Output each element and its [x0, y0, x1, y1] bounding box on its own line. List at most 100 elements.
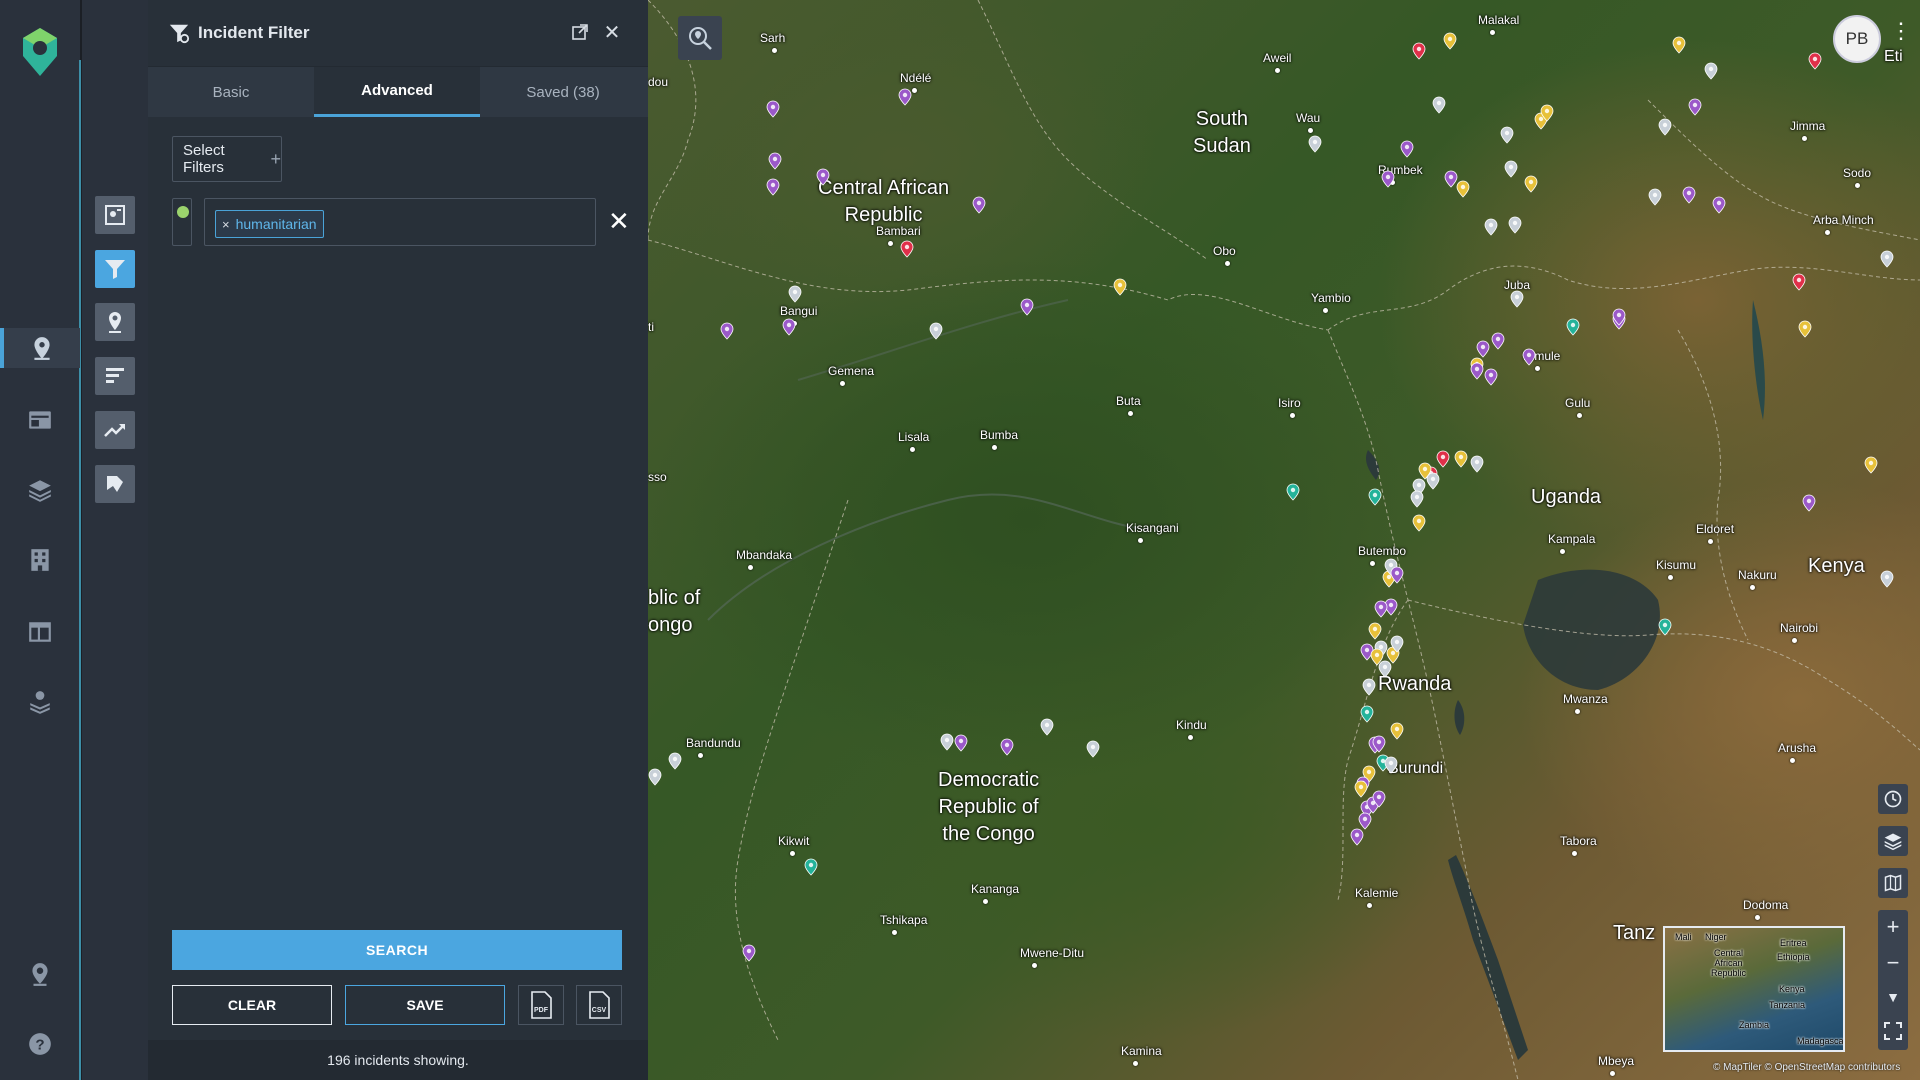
- incident-marker-white[interactable]: [1508, 216, 1522, 234]
- incident-marker-yellow[interactable]: [1672, 36, 1686, 54]
- incident-marker-purple[interactable]: [1802, 494, 1816, 512]
- incident-marker-purple[interactable]: [1381, 170, 1395, 188]
- tab-basic[interactable]: Basic: [148, 67, 314, 117]
- more-menu-icon[interactable]: ⋮: [1890, 20, 1912, 42]
- incident-marker-purple[interactable]: [1000, 738, 1014, 756]
- incident-marker-purple[interactable]: [766, 100, 780, 118]
- incident-marker-white[interactable]: [668, 752, 682, 770]
- incident-marker-purple[interactable]: [1522, 348, 1536, 366]
- export-pdf-button[interactable]: PDF: [518, 985, 564, 1025]
- incident-marker-teal[interactable]: [1368, 488, 1382, 506]
- incident-marker-yellow[interactable]: [1524, 175, 1538, 193]
- incident-marker-purple[interactable]: [768, 152, 782, 170]
- layers-icon[interactable]: [20, 470, 60, 510]
- incident-marker-white[interactable]: [1500, 126, 1514, 144]
- fullscreen-icon[interactable]: [1878, 1014, 1908, 1048]
- layers-control-icon[interactable]: [1878, 826, 1908, 856]
- incident-marker-red[interactable]: [1808, 52, 1822, 70]
- overview-minimap[interactable]: Mali Niger Eritrea Ethiopia Central Afri…: [1663, 926, 1845, 1052]
- incident-marker-white[interactable]: [788, 285, 802, 303]
- incident-marker-purple[interactable]: [1390, 566, 1404, 584]
- map-report-icon[interactable]: [95, 196, 135, 234]
- tab-advanced[interactable]: Advanced: [314, 67, 480, 117]
- save-button[interactable]: SAVE: [345, 985, 505, 1025]
- incident-marker-white[interactable]: [1390, 635, 1404, 653]
- remove-filter-icon[interactable]: ✕: [608, 208, 630, 234]
- bar-chart-icon[interactable]: [95, 357, 135, 395]
- incident-marker-purple[interactable]: [972, 196, 986, 214]
- help-icon[interactable]: ?: [20, 1024, 60, 1064]
- incident-marker-purple[interactable]: [898, 88, 912, 106]
- incident-marker-white[interactable]: [648, 768, 662, 786]
- incident-marker-purple[interactable]: [1470, 362, 1484, 380]
- incident-marker-white[interactable]: [1384, 756, 1398, 774]
- incident-marker-white[interactable]: [1432, 96, 1446, 114]
- export-csv-button[interactable]: CSV: [576, 985, 622, 1025]
- basemap-icon[interactable]: [1878, 868, 1908, 898]
- incident-marker-white[interactable]: [1308, 135, 1322, 153]
- popout-icon[interactable]: [568, 20, 592, 44]
- incident-marker-white[interactable]: [1504, 160, 1518, 178]
- close-icon[interactable]: ✕: [600, 20, 624, 44]
- incident-marker-red[interactable]: [900, 240, 914, 258]
- incident-marker-red[interactable]: [1412, 42, 1426, 60]
- clear-button[interactable]: CLEAR: [172, 985, 332, 1025]
- incident-marker-white[interactable]: [1470, 455, 1484, 473]
- keyword-filter-input[interactable]: × humanitarian: [204, 198, 596, 246]
- select-filters-button[interactable]: Select Filters +: [172, 136, 282, 182]
- incident-marker-purple[interactable]: [1682, 186, 1696, 204]
- incident-marker-purple[interactable]: [1374, 600, 1388, 618]
- app-logo-icon[interactable]: [20, 26, 60, 78]
- incident-marker-yellow[interactable]: [1368, 622, 1382, 640]
- chip-remove-icon[interactable]: ×: [222, 217, 230, 232]
- location-pin-icon[interactable]: [20, 954, 60, 994]
- zoom-in-button[interactable]: +: [1878, 910, 1908, 944]
- incident-marker-white[interactable]: [1484, 218, 1498, 236]
- incident-marker-purple[interactable]: [1688, 98, 1702, 116]
- incident-marker-teal[interactable]: [1566, 318, 1580, 336]
- incident-marker-purple[interactable]: [954, 734, 968, 752]
- incident-marker-white[interactable]: [940, 733, 954, 751]
- building-icon[interactable]: [20, 540, 60, 580]
- incident-marker-purple[interactable]: [782, 318, 796, 336]
- search-button[interactable]: SEARCH: [172, 930, 622, 970]
- incident-marker-white[interactable]: [1510, 290, 1524, 308]
- incident-marker-white[interactable]: [929, 322, 943, 340]
- incident-marker-yellow[interactable]: [1864, 456, 1878, 474]
- incident-marker-red[interactable]: [1436, 450, 1450, 468]
- incident-marker-purple[interactable]: [1612, 308, 1626, 326]
- table-icon[interactable]: [20, 612, 60, 652]
- tab-saved[interactable]: Saved (38): [480, 67, 646, 117]
- incident-marker-purple[interactable]: [766, 178, 780, 196]
- history-icon[interactable]: [1878, 784, 1908, 814]
- incident-marker-white[interactable]: [1880, 570, 1894, 588]
- incident-marker-purple[interactable]: [1712, 196, 1726, 214]
- incident-marker-purple[interactable]: [1484, 368, 1498, 386]
- incident-marker-white[interactable]: [1410, 490, 1424, 508]
- incident-marker-yellow[interactable]: [1113, 278, 1127, 296]
- incident-filter-icon[interactable]: [95, 250, 135, 288]
- compass-icon[interactable]: ▼: [1878, 980, 1908, 1014]
- heatmap-icon[interactable]: [95, 465, 135, 503]
- incident-marker-white[interactable]: [1362, 678, 1376, 696]
- user-avatar[interactable]: PB: [1833, 15, 1881, 63]
- incident-marker-teal[interactable]: [1658, 618, 1672, 636]
- incident-marker-purple[interactable]: [720, 322, 734, 340]
- incident-marker-white[interactable]: [1658, 118, 1672, 136]
- incident-marker-teal[interactable]: [1286, 483, 1300, 501]
- incident-marker-white[interactable]: [1880, 250, 1894, 268]
- incident-marker-teal[interactable]: [1360, 705, 1374, 723]
- incident-marker-purple[interactable]: [816, 168, 830, 186]
- map-canvas[interactable]: South Sudan Central African Republic Uga…: [648, 0, 1920, 1080]
- dashboard-icon[interactable]: [20, 400, 60, 440]
- incident-marker-white[interactable]: [1426, 472, 1440, 490]
- incident-marker-yellow[interactable]: [1412, 514, 1426, 532]
- keyword-chip[interactable]: × humanitarian: [215, 210, 324, 238]
- incident-marker-purple[interactable]: [1400, 140, 1414, 158]
- zoom-out-button[interactable]: −: [1878, 946, 1908, 980]
- incident-marker-white[interactable]: [1040, 718, 1054, 736]
- incident-marker-yellow[interactable]: [1443, 32, 1457, 50]
- incident-marker-purple[interactable]: [742, 944, 756, 962]
- incident-marker-white[interactable]: [1086, 740, 1100, 758]
- stack-pin-icon[interactable]: [20, 682, 60, 722]
